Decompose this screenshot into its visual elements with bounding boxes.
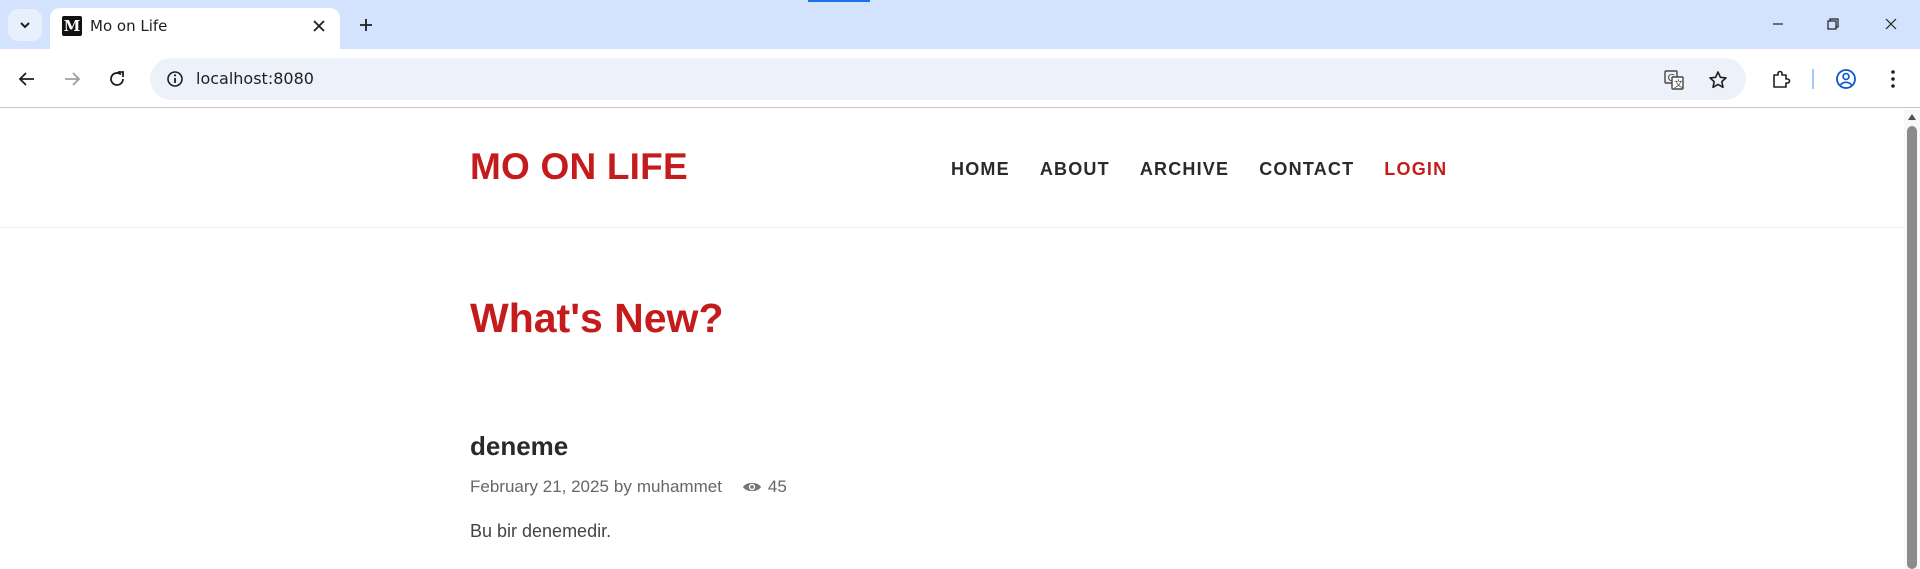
address-bar[interactable]: localhost:8080 G文 [150,58,1746,100]
restore-icon [1827,18,1839,30]
restore-button[interactable] [1811,8,1855,40]
close-icon [313,20,325,32]
new-tab-button[interactable] [352,11,380,39]
url-text: localhost:8080 [196,69,314,88]
star-icon [1709,71,1727,89]
nav-contact-link[interactable]: CONTACT [1259,159,1354,180]
post-views: 45 [742,477,787,497]
post-view-count: 45 [767,477,787,496]
tab-search-button[interactable] [8,9,42,41]
tab-strip: M Mo on Life [0,0,1920,49]
back-button[interactable] [11,63,43,95]
main-navigation: HOME ABOUT ARCHIVE CONTACT LOGIN [951,159,1447,180]
post-title-link[interactable]: deneme [470,431,568,462]
post-author-prefix: by [613,477,632,496]
minimize-icon [1773,23,1783,25]
site-logo[interactable]: MO ON LIFE [470,146,688,188]
browser-tab[interactable]: M Mo on Life [50,8,340,49]
nav-home-link[interactable]: HOME [951,159,1010,180]
close-window-button[interactable] [1869,8,1913,40]
browser-menu-button[interactable] [1877,63,1909,95]
browser-toolbar: localhost:8080 G文 [0,49,1920,108]
kebab-menu-icon [1891,70,1895,88]
eye-icon [742,482,761,492]
nav-archive-link[interactable]: ARCHIVE [1140,159,1229,180]
puzzle-icon [1773,70,1791,88]
chevron-down-icon [20,22,30,29]
bookmark-button[interactable] [1706,68,1730,92]
page-title: What's New? [470,295,724,341]
scrollbar-thumb[interactable] [1907,126,1917,569]
nav-login-link[interactable]: LOGIN [1384,159,1447,180]
forward-button[interactable] [56,63,88,95]
translate-button[interactable]: G文 [1662,68,1686,92]
page-viewport: MO ON LIFE HOME ABOUT ARCHIVE CONTACT LO… [0,109,1904,569]
post-excerpt: Bu bir denemedir. [470,521,612,541]
close-tab-button[interactable] [308,15,330,37]
tab-loading-indicator [808,0,870,2]
profile-button[interactable] [1830,63,1862,95]
svg-text:文: 文 [1674,78,1683,90]
site-favicon-icon: M [62,16,82,36]
post-date: February 21, 2025 [470,477,609,496]
toolbar-separator [1812,69,1814,89]
reload-icon [110,71,124,86]
site-info-button[interactable] [164,68,186,90]
minimize-button[interactable] [1756,8,1800,40]
translate-icon: G文 [1664,70,1684,90]
plus-icon [360,19,372,31]
reload-button[interactable] [101,63,133,95]
account-icon [1836,69,1856,89]
info-icon [167,71,183,87]
post-meta: February 21, 2025 by muhammet 45 [470,477,787,497]
close-icon [1885,18,1897,30]
site-header: MO ON LIFE HOME ABOUT ARCHIVE CONTACT LO… [0,109,1904,228]
arrow-right-icon [65,72,81,86]
scroll-up-arrow-icon[interactable] [1908,114,1916,120]
nav-about-link[interactable]: ABOUT [1040,159,1110,180]
page-scrollbar[interactable] [1904,109,1920,569]
arrow-left-icon [18,72,34,86]
extensions-button[interactable] [1765,63,1797,95]
tab-title: Mo on Life [90,17,168,35]
post-author: muhammet [636,477,722,496]
